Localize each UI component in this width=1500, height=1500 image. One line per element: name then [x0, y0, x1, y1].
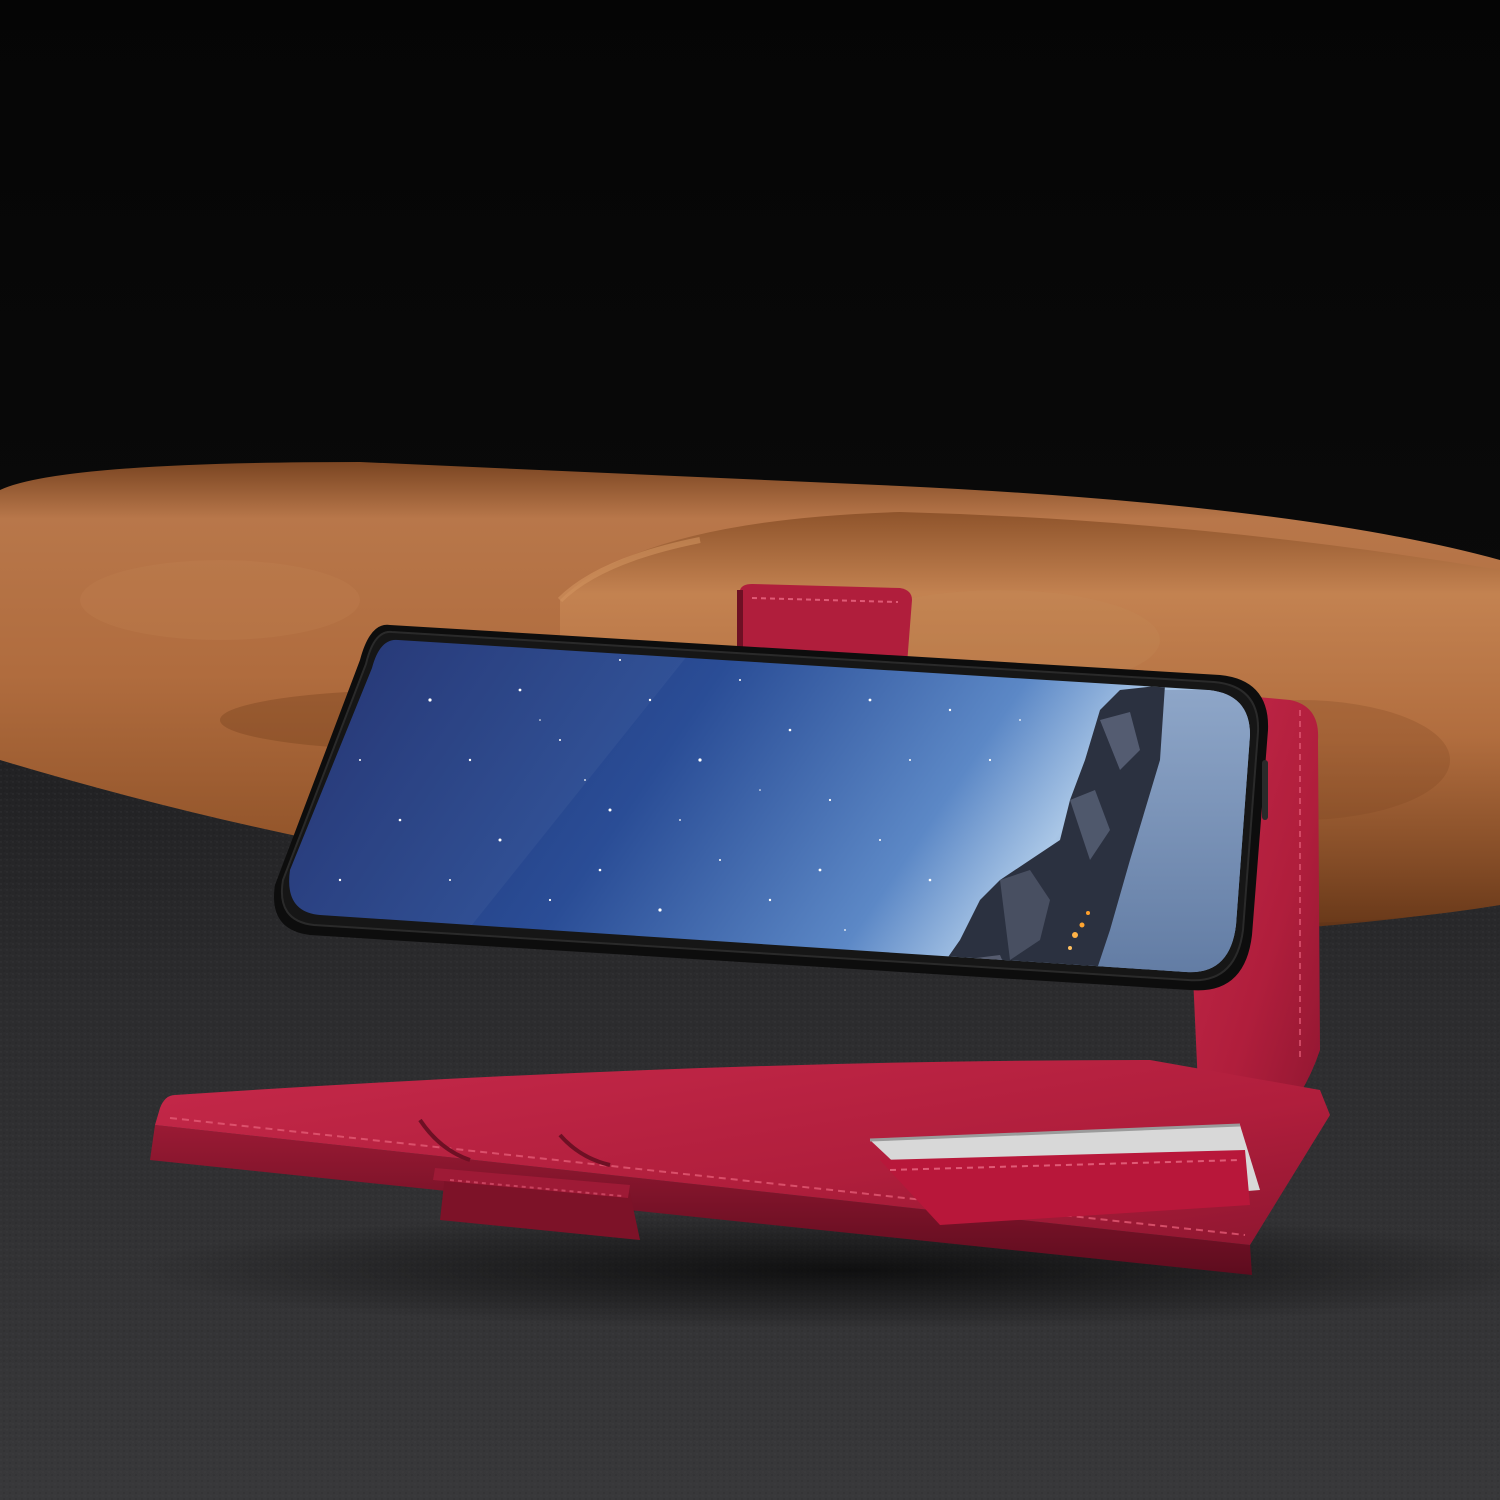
phone-side-button: [1262, 760, 1268, 820]
product-photo: [0, 0, 1500, 1500]
phone: [274, 624, 1269, 991]
